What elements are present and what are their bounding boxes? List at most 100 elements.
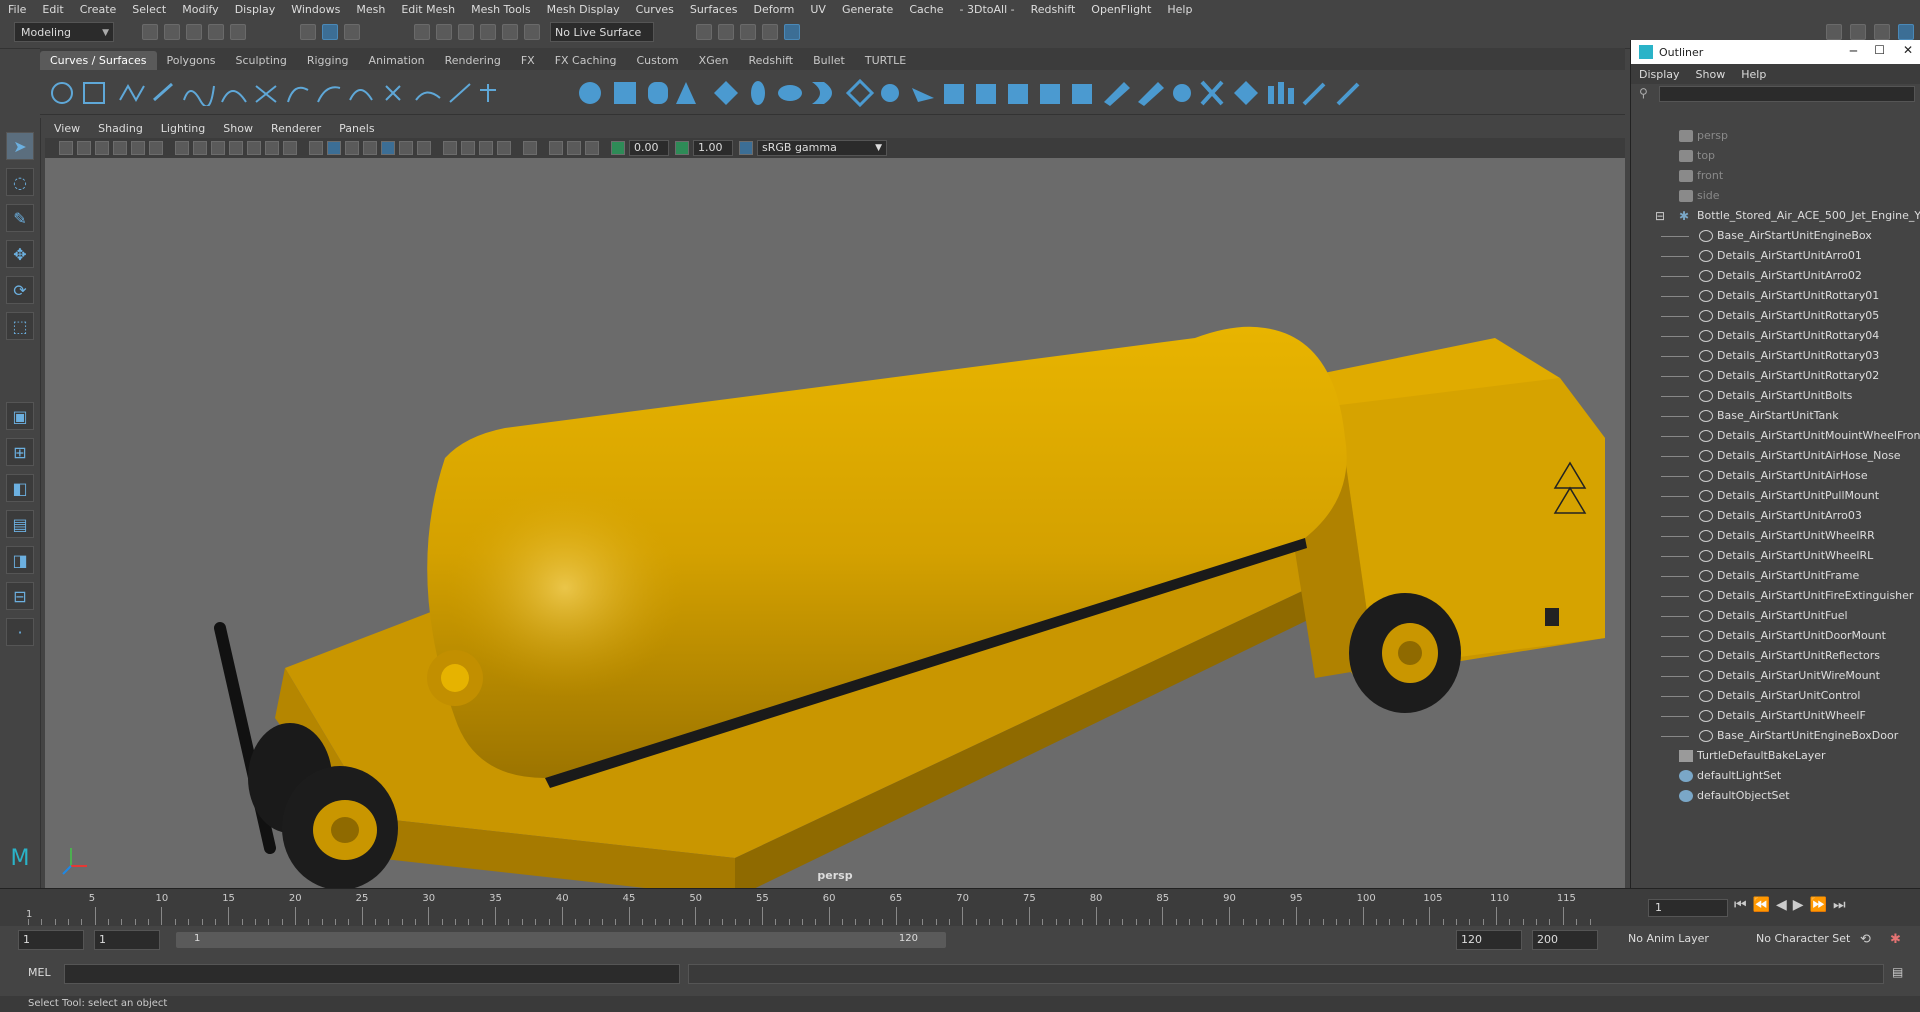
outliner-item[interactable]: Details_AirStartUnitPullMount [1631, 486, 1920, 506]
select-tool-icon[interactable]: ➤ [6, 132, 34, 160]
wireframe-icon[interactable] [309, 141, 323, 155]
outliner-item[interactable]: Details_AirStartUnitFrame [1631, 566, 1920, 586]
grid-icon[interactable] [175, 141, 189, 155]
grease-pencil-icon[interactable] [149, 141, 163, 155]
panel-layout-icon[interactable] [1874, 24, 1890, 40]
menu-generate[interactable]: Generate [834, 3, 901, 16]
outliner-item[interactable]: Details_AirStartUnitReflectors [1631, 646, 1920, 666]
outliner-item[interactable]: Details_AirStartUnitFuel [1631, 606, 1920, 626]
menu-deform[interactable]: Deform [745, 3, 802, 16]
exposure-icon[interactable] [611, 141, 625, 155]
menu-display[interactable]: Display [227, 3, 284, 16]
menu--3dtoall-[interactable]: - 3DtoAll - [952, 3, 1023, 16]
snap-projected-icon[interactable] [480, 24, 496, 40]
custom-layout-icon[interactable]: · [6, 618, 34, 646]
select-hierarchy-icon[interactable] [300, 24, 316, 40]
viewport-menu-shading[interactable]: Shading [89, 122, 152, 135]
camera-attributes-icon[interactable] [77, 141, 91, 155]
outliner-menu-help[interactable]: Help [1733, 68, 1774, 81]
outliner-item[interactable]: Details_AirStartUnitBolts [1631, 386, 1920, 406]
viewport-menu-renderer[interactable]: Renderer [262, 122, 330, 135]
outliner-item[interactable]: Details_AirStartUnitArro01 [1631, 246, 1920, 266]
menu-help[interactable]: Help [1159, 3, 1200, 16]
outliner-item[interactable]: Base_AirStartUnitEngineBoxDoor [1631, 726, 1920, 746]
outliner-item[interactable]: side [1631, 186, 1920, 206]
shelf-tab-fx-caching[interactable]: FX Caching [545, 51, 627, 70]
wireframe-on-shaded-icon[interactable] [363, 141, 377, 155]
x-ray-components-icon[interactable] [585, 141, 599, 155]
outliner-menu-show[interactable]: Show [1688, 68, 1734, 81]
render-settings-icon[interactable] [696, 24, 712, 40]
maximize-icon[interactable]: ☐ [1874, 43, 1885, 57]
menu-uv[interactable]: UV [802, 3, 834, 16]
script-editor-icon[interactable]: ▤ [1892, 965, 1903, 979]
menu-mesh[interactable]: Mesh [348, 3, 393, 16]
auto-key-icon[interactable]: ⟲ [1860, 932, 1871, 947]
outliner-item[interactable]: Base_AirStartUnitTank [1631, 406, 1920, 426]
outliner-item[interactable]: Details_AirStartUnitDoorMount [1631, 626, 1920, 646]
ipr-render-icon[interactable] [740, 24, 756, 40]
menu-modify[interactable]: Modify [174, 3, 226, 16]
shelf-tab-animation[interactable]: Animation [359, 51, 435, 70]
menu-file[interactable]: File [0, 3, 34, 16]
workspace-icon[interactable] [1826, 24, 1842, 40]
field-chart-icon[interactable] [247, 141, 261, 155]
minimize-icon[interactable]: ─ [1850, 44, 1857, 58]
character-set-select[interactable]: No Character Set [1752, 930, 1868, 950]
outliner-item[interactable]: TurtleDefaultBakeLayer [1631, 746, 1920, 766]
select-component-icon[interactable] [344, 24, 360, 40]
anim-layer-select[interactable]: No Anim Layer [1624, 930, 1740, 950]
layout-icon[interactable] [1850, 24, 1866, 40]
menu-redshift[interactable]: Redshift [1023, 3, 1084, 16]
use-default-material-icon[interactable] [345, 141, 359, 155]
use-all-lights-icon[interactable] [399, 141, 413, 155]
shelf-tab-polygons[interactable]: Polygons [157, 51, 226, 70]
x-ray-joints-icon[interactable] [567, 141, 581, 155]
mel-label[interactable]: MEL [28, 966, 51, 979]
outliner-item[interactable]: persp [1631, 126, 1920, 146]
shelf-tab-curves-surfaces[interactable]: Curves / Surfaces [40, 51, 157, 70]
menu-mesh-tools[interactable]: Mesh Tools [463, 3, 539, 16]
outliner-item[interactable]: Details_AirStartUnitArro02 [1631, 266, 1920, 286]
gamma-icon[interactable] [675, 141, 689, 155]
undo-icon[interactable] [208, 24, 224, 40]
color-space-select[interactable]: sRGB gamma ▼ [757, 140, 887, 156]
film-gate-icon[interactable] [193, 141, 207, 155]
exposure-field[interactable]: 0.00 [629, 140, 669, 156]
viewport-menu-lighting[interactable]: Lighting [152, 122, 214, 135]
move-tool-icon[interactable]: ✥ [6, 240, 34, 268]
shadows-icon[interactable] [417, 141, 431, 155]
mel-input[interactable] [64, 964, 680, 984]
gamma-field[interactable]: 1.00 [693, 140, 733, 156]
smooth-shade-icon[interactable] [327, 141, 341, 155]
curve-tools-icons[interactable] [50, 80, 570, 106]
camera-select-icon[interactable] [59, 141, 73, 155]
outliner-item[interactable]: Details_AirStartUnitWheelF [1631, 706, 1920, 726]
channel-box-icon[interactable] [1898, 24, 1914, 40]
viewport-menu-panels[interactable]: Panels [330, 122, 383, 135]
surface-tools-icons[interactable] [578, 78, 1448, 108]
outliner-item[interactable]: Details_AirStarUnitWireMount [1631, 666, 1920, 686]
shelf-tab-xgen[interactable]: XGen [689, 51, 739, 70]
color-management-icon[interactable] [739, 141, 753, 155]
close-icon[interactable]: ✕ [1903, 43, 1913, 57]
viewport-menu-show[interactable]: Show [214, 122, 262, 135]
menu-edit[interactable]: Edit [34, 3, 71, 16]
menu-edit-mesh[interactable]: Edit Mesh [393, 3, 463, 16]
outliner-item[interactable]: Details_AirStartUnitRottary05 [1631, 306, 1920, 326]
side-by-side-icon[interactable]: ◧ [6, 474, 34, 502]
outliner-item[interactable]: Details_AirStartUnitRottary04 [1631, 326, 1920, 346]
outliner-item[interactable]: Details_AirStartUnitAirHose [1631, 466, 1920, 486]
outliner-item[interactable]: Details_AirStartUnitWheelRR [1631, 526, 1920, 546]
outliner-item[interactable]: Details_AirStartUnitArro03 [1631, 506, 1920, 526]
shelf-tab-bullet[interactable]: Bullet [803, 51, 855, 70]
safe-action-icon[interactable] [265, 141, 279, 155]
outliner-menu-display[interactable]: Display [1631, 68, 1688, 81]
playback-end-field[interactable]: 120 [1456, 930, 1522, 950]
outliner-item[interactable]: Details_AirStarUnitControl [1631, 686, 1920, 706]
screen-space-ao-icon[interactable] [443, 141, 457, 155]
shelf-tab-turtle[interactable]: TURTLE [855, 51, 916, 70]
snap-curve-icon[interactable] [436, 24, 452, 40]
range-slider-bar[interactable]: 1 120 [176, 932, 946, 948]
new-scene-icon[interactable] [142, 24, 158, 40]
